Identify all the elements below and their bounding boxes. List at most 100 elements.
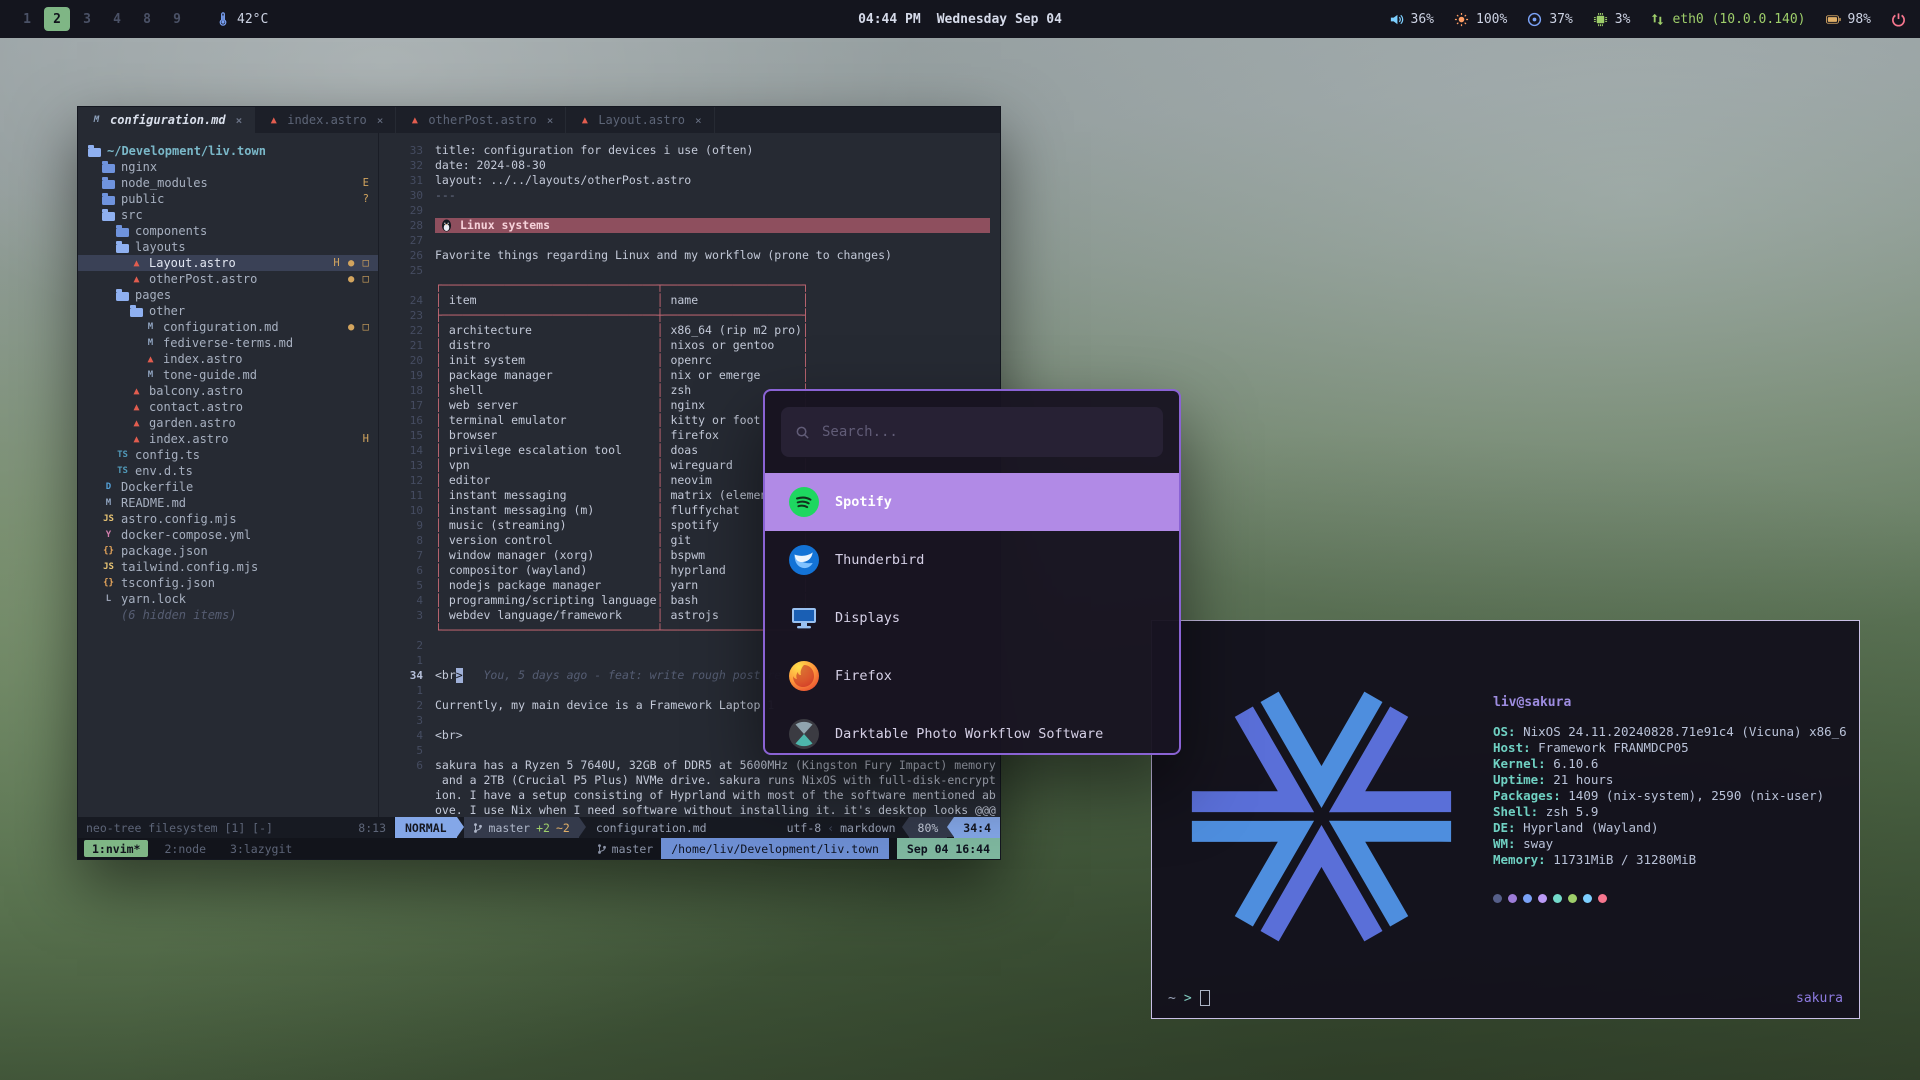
git-branch-icon	[473, 822, 483, 834]
tmux-window-2:node[interactable]: 2:node	[156, 840, 214, 857]
app-item-displays[interactable]: Displays	[765, 589, 1179, 647]
palette-dot	[1553, 894, 1562, 903]
workspace-button-2[interactable]: 2	[44, 7, 70, 31]
tab-close-icon[interactable]: ×	[236, 114, 243, 127]
launcher-searchbox[interactable]	[781, 407, 1163, 457]
tree-item[interactable]: ▲balcony.astro	[78, 383, 378, 399]
tree-item[interactable]: layouts	[78, 239, 378, 255]
table-cell: webdev language/framework	[449, 608, 657, 623]
module-network[interactable]: eth0 (10.0.0.140)	[1650, 12, 1805, 27]
buffer-text: date: 2024-08-30	[435, 158, 546, 173]
info-label: DE:	[1493, 820, 1523, 835]
buffer-line: 26Favorite things regarding Linux and my…	[379, 248, 1000, 263]
temperature-module[interactable]: 42°C	[216, 12, 268, 27]
table-border: │	[435, 518, 449, 533]
table-border: │	[435, 548, 449, 563]
info-label: Host:	[1493, 740, 1538, 755]
tree-item[interactable]: ▲garden.astro	[78, 415, 378, 431]
info-line: DE: Hyprland (Wayland)	[1493, 820, 1847, 836]
workspace-button-9[interactable]: 9	[164, 7, 190, 31]
volume-label: 36%	[1411, 12, 1434, 27]
tree-item[interactable]: other	[78, 303, 378, 319]
module-cpu[interactable]: 3%	[1593, 12, 1631, 27]
module-battery[interactable]: 98%	[1826, 12, 1871, 27]
search-input[interactable]	[820, 423, 1149, 441]
module-volume[interactable]: 36%	[1389, 12, 1434, 27]
tree-item[interactable]: TSconfig.ts	[78, 447, 378, 463]
buffer-text: layout: ../../layouts/otherPost.astro	[435, 173, 691, 188]
tmux-window-3:lazygit[interactable]: 3:lazygit	[222, 840, 300, 857]
markdown-file-icon: M	[102, 498, 115, 508]
tree-item[interactable]: src	[78, 207, 378, 223]
module-power[interactable]	[1891, 12, 1906, 27]
line-number: 18	[379, 383, 435, 398]
tree-item[interactable]: nginx	[78, 159, 378, 175]
tree-item[interactable]: ▲index.astroH	[78, 431, 378, 447]
line-number: 30	[379, 188, 435, 203]
tree-item[interactable]: Mtone-guide.md	[78, 367, 378, 383]
tree-root[interactable]: ~/Development/liv.town	[78, 143, 378, 159]
tree-item-label: config.ts	[135, 448, 200, 462]
line-number: 17	[379, 398, 435, 413]
tree-item[interactable]: ▲contact.astro	[78, 399, 378, 415]
tab-Layout.astro[interactable]: ▲Layout.astro×	[566, 107, 714, 133]
tree-item[interactable]: JStailwind.config.mjs	[78, 559, 378, 575]
workspace-button-8[interactable]: 8	[134, 7, 160, 31]
tree-item[interactable]: components	[78, 223, 378, 239]
table-cell: window manager (xorg)	[449, 548, 657, 563]
tree-item[interactable]: Mconfiguration.md● □	[78, 319, 378, 335]
tree-item[interactable]: Mfediverse-terms.md	[78, 335, 378, 351]
workspace-button-3[interactable]: 3	[74, 7, 100, 31]
thermometer-icon	[216, 12, 230, 26]
info-line: WM: sway	[1493, 836, 1847, 852]
tree-item[interactable]: node_modulesE	[78, 175, 378, 191]
info-line: Shell: zsh 5.9	[1493, 804, 1847, 820]
tree-item[interactable]: Ydocker-compose.yml	[78, 527, 378, 543]
table-border: │	[657, 443, 671, 458]
tree-item-label: (6 hidden items)	[121, 608, 237, 622]
line-number: 9	[379, 518, 435, 533]
app-item-spotify[interactable]: Spotify	[765, 473, 1179, 531]
palette-dot	[1493, 894, 1502, 903]
tree-item[interactable]: TSenv.d.ts	[78, 463, 378, 479]
table-border: │	[657, 518, 671, 533]
tree-item[interactable]: {}tsconfig.json	[78, 575, 378, 591]
app-item-label: Darktable Photo Workflow Software	[835, 726, 1103, 742]
tab-otherPost.astro[interactable]: ▲otherPost.astro×	[396, 107, 566, 133]
shell-prompt[interactable]: ~ >	[1168, 990, 1210, 1006]
module-disk[interactable]: 37%	[1527, 12, 1572, 27]
tree-item[interactable]: Lyarn.lock	[78, 591, 378, 607]
tree-item[interactable]: {}package.json	[78, 543, 378, 559]
prompt-directory: ~	[1168, 991, 1176, 1006]
workspace-button-1[interactable]: 1	[14, 7, 40, 31]
app-item-firefox[interactable]: Firefox	[765, 647, 1179, 705]
app-item-darktable-photo-workflow-software[interactable]: Darktable Photo Workflow Software	[765, 705, 1179, 755]
tree-item[interactable]: pages	[78, 287, 378, 303]
buffer-text: Favorite things regarding Linux and my w…	[435, 248, 892, 263]
tmux-window-1:nvim*[interactable]: 1:nvim*	[84, 840, 148, 857]
tree-item-label: Dockerfile	[121, 480, 193, 494]
tab-close-icon[interactable]: ×	[377, 114, 384, 127]
tree-item[interactable]: ▲index.astro	[78, 351, 378, 367]
tab-index.astro[interactable]: ▲index.astro×	[255, 107, 396, 133]
tree-item-label: Layout.astro	[149, 256, 236, 270]
tree-item[interactable]: JSastro.config.mjs	[78, 511, 378, 527]
tree-item[interactable]: ▲otherPost.astro● □	[78, 271, 378, 287]
info-value: NixOS 24.11.20240828.71e91c4 (Vicuna) x8…	[1523, 724, 1847, 739]
app-item-thunderbird[interactable]: Thunderbird	[765, 531, 1179, 589]
scroll-progress: 80%	[909, 817, 948, 838]
tree-item[interactable]: ▲Layout.astroH ● □	[78, 255, 378, 271]
tab-configuration.md[interactable]: Mconfiguration.md×	[78, 107, 255, 133]
tree-item[interactable]: public?	[78, 191, 378, 207]
tree-item[interactable]: MREADME.md	[78, 495, 378, 511]
module-brightness[interactable]: 100%	[1454, 12, 1507, 27]
tree-item[interactable]: DDockerfile	[78, 479, 378, 495]
yaml-file-icon: Y	[102, 530, 115, 540]
line-number: 12	[379, 473, 435, 488]
workspace-button-4[interactable]: 4	[104, 7, 130, 31]
clock[interactable]: 04:44 PM Wednesday Sep 04	[858, 12, 1062, 27]
tab-close-icon[interactable]: ×	[695, 114, 702, 127]
tab-close-icon[interactable]: ×	[547, 114, 554, 127]
tree-item[interactable]: (6 hidden items)	[78, 607, 378, 623]
line-number: 2	[379, 698, 435, 713]
